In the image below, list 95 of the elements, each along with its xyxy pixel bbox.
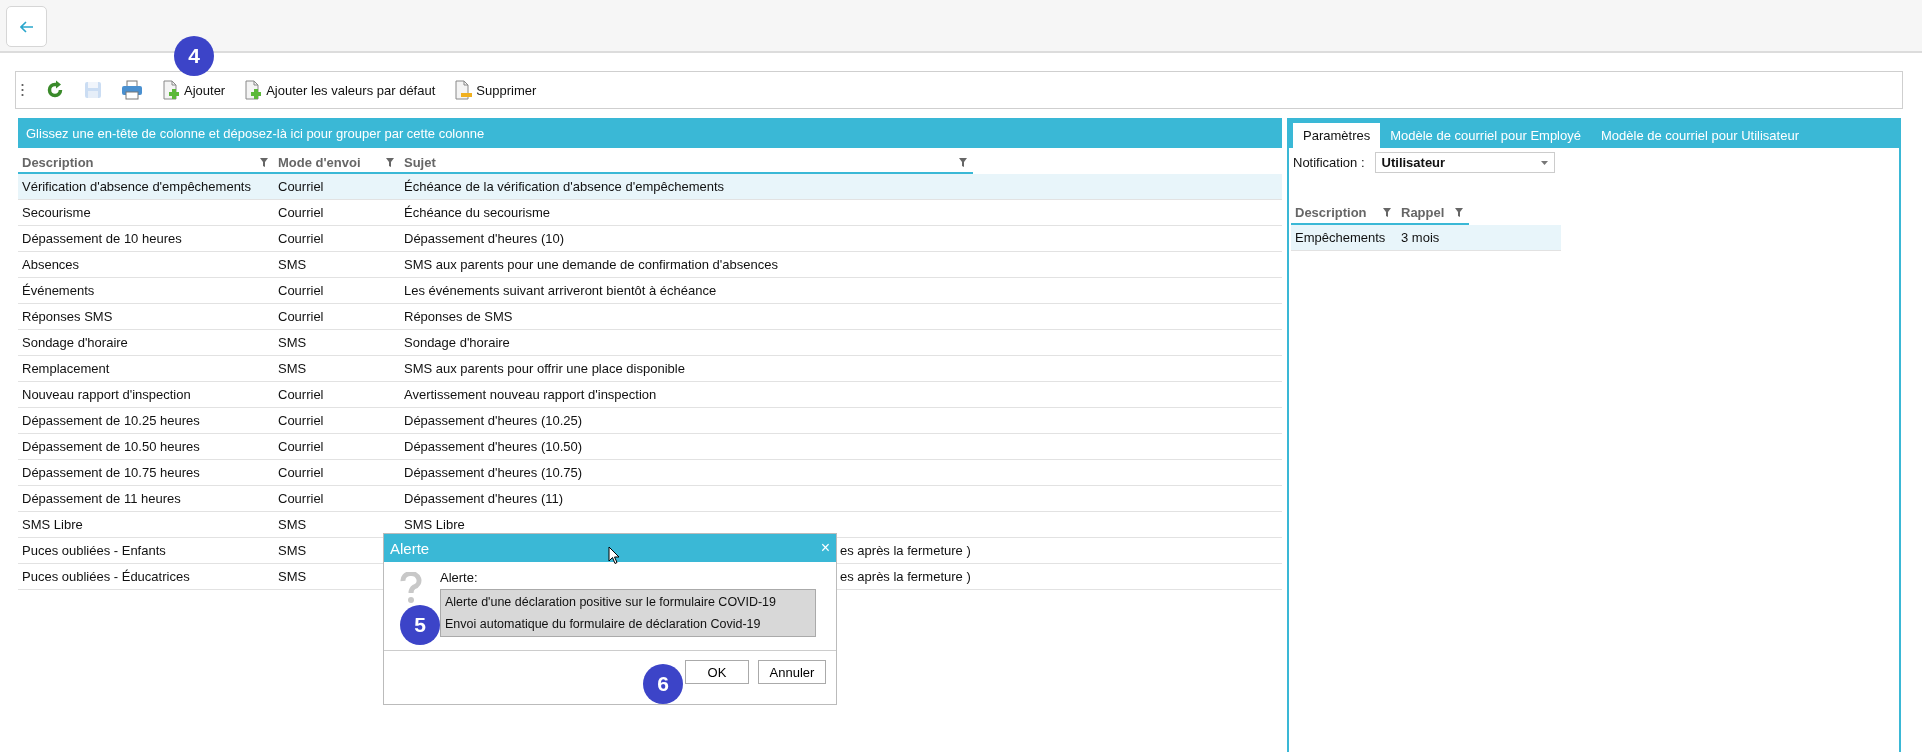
table-cell-text: Avertissement nouveau rapport d'inspection [403, 387, 658, 402]
cancel-button[interactable]: Annuler [758, 660, 826, 684]
table-cell-text: SMS [277, 361, 308, 376]
table-cell-text: Courriel [277, 309, 325, 324]
table-row[interactable]: Remplacement SMS SMS aux parents pour offrir une place disponible [18, 356, 1282, 382]
group-hint: Glissez une en-tête de colonne et déposez-là ici pour grouper par cette colonne [26, 125, 485, 141]
table-cell-text: SMS [277, 335, 308, 350]
dialog-title: Alerte [390, 539, 430, 557]
table-cell-text: 3 mois [1400, 230, 1441, 245]
table-cell-text: Courriel [277, 439, 325, 454]
table-cell-text: Dépassement d'heures (10.25) [403, 413, 584, 428]
table-cell-text: Courriel [277, 179, 325, 194]
table-cell-text: Événements [21, 283, 96, 298]
caret-icon [1540, 160, 1548, 165]
table-cell-text: SMS [277, 517, 308, 532]
table-row[interactable]: Dépassement de 10.75 heures Courriel Dépassement d'heures (10.75) [18, 460, 1282, 486]
tab[interactable]: Paramètres [1293, 123, 1381, 148]
filter-icon[interactable] [959, 158, 967, 167]
column-header[interactable]: Description [1291, 203, 1397, 223]
grip-icon [21, 83, 24, 97]
filter-icon[interactable] [1455, 208, 1463, 217]
table-row[interactable]: Nouveau rapport d'inspection Courriel Avertissement nouveau rapport d'inspection [18, 382, 1282, 408]
table-row[interactable]: Événements Courriel Les événements suivant arriveront bientôt à échéance [18, 278, 1282, 304]
column-header[interactable]: Rappel [1397, 203, 1469, 223]
alert-item[interactable]: Alerte d'une déclaration positive sur le formulaire COVID-19 [445, 595, 811, 609]
table-row[interactable]: Sondage d'horaire SMS Sondage d'horaire [18, 330, 1282, 356]
table-cell-text: Sondage d'horaire [21, 335, 129, 350]
table-cell-text: Courriel [277, 283, 325, 298]
save-icon [83, 80, 103, 100]
table-row[interactable]: Dépassement de 10 heures Courriel Dépassement d'heures (10) [18, 226, 1282, 252]
table-cell-text: Échéance du secourisme [403, 205, 551, 220]
table-cell-text: Courriel [277, 413, 325, 428]
table-row[interactable]: Dépassement de 10.25 heures Courriel Dépassement d'heures (10.25) [18, 408, 1282, 434]
filter-icon[interactable] [1383, 208, 1391, 217]
step-badge: 4 [174, 36, 214, 76]
cursor-icon [608, 546, 621, 565]
table-cell-text: SMS [277, 257, 308, 272]
table-cell-text: es après la fermeture ) [839, 543, 971, 558]
table-row[interactable]: Secourisme Courriel Échéance du secourisme [18, 200, 1282, 226]
table-cell-text: Absences [21, 257, 81, 272]
table-row[interactable]: Réponses SMS Courriel Réponses de SMS [18, 304, 1282, 330]
table-cell-text: Courriel [277, 465, 325, 480]
table-cell-text: Empêchements [1294, 230, 1387, 245]
table-cell-text: Secourisme [21, 205, 92, 220]
table-cell-text: Puces oubliées - Éducatrices [21, 569, 191, 584]
table-cell-text: Dépassement de 10.25 heures [21, 413, 201, 428]
table-cell-text: Échéance de la vérification d'absence d'empêchements [403, 179, 726, 194]
filter-icon[interactable] [260, 158, 268, 167]
alert-item[interactable]: Envoi automatique du formulaire de déclaration Covid-19 [445, 617, 811, 631]
notification-dropdown[interactable]: Utilisateur [1374, 152, 1555, 173]
table-cell-text: es après la fermeture ) [839, 569, 971, 584]
table-cell-text: Dépassement de 10 heures [21, 231, 183, 246]
filter-icon[interactable] [386, 158, 394, 167]
table-cell-text: Dépassement d'heures (11) [403, 491, 565, 506]
table-cell-text: Courriel [277, 205, 325, 220]
add-button[interactable]: Ajouter les valeurs par défaut [240, 78, 439, 102]
table-cell-text: SMS [277, 569, 308, 584]
table-cell-text: Réponses SMS [21, 309, 114, 324]
table-row[interactable]: Absences SMS SMS aux parents pour une demande de confirmation d'absences [18, 252, 1282, 278]
table-cell-text: Dépassement de 10.75 heures [21, 465, 201, 480]
table-cell-text: Puces oubliées - Enfants [21, 543, 167, 558]
question-icon [400, 572, 422, 604]
table-row[interactable]: Empêchements 3 mois [1291, 225, 1561, 251]
alert-label: Alerte: [440, 570, 479, 585]
table-cell-text: SMS aux parents pour offrir une place disponible [403, 361, 686, 376]
add-document-icon [161, 80, 181, 100]
table-row[interactable]: Dépassement de 11 heures Courriel Dépassement d'heures (11) [18, 486, 1282, 512]
table-cell-text: Dépassement d'heures (10) [403, 231, 565, 246]
table-cell-text: Dépassement d'heures (10.50) [403, 439, 584, 454]
add-document-icon [243, 80, 264, 100]
add-button[interactable]: Ajouter [158, 78, 229, 102]
notification-label: Notification : [1293, 155, 1365, 170]
delete-button[interactable]: Supprimer [450, 78, 540, 102]
remove-document-icon [453, 80, 474, 100]
table-cell-text: Sondage d'horaire [403, 335, 511, 350]
table-cell-text: Réponses de SMS [403, 309, 514, 324]
table-cell-text: Remplacement [21, 361, 111, 376]
back-arrow-icon [19, 20, 34, 33]
printer-icon [121, 80, 143, 100]
table-cell-text: Dépassement de 10.50 heures [21, 439, 201, 454]
table-cell-text: Dépassement de 11 heures [21, 491, 182, 506]
table-cell-text: Vérification d'absence d'empêchements [21, 179, 252, 194]
table-cell-text: Les événements suivant arriveront bientôt à échéance [403, 283, 718, 298]
ok-button[interactable]: OK [685, 660, 749, 684]
table-row[interactable]: Dépassement de 10.50 heures Courriel Dépassement d'heures (10.50) [18, 434, 1282, 460]
refresh-icon [45, 80, 65, 100]
table-cell-text: Courriel [277, 387, 325, 402]
table-cell-text: Courriel [277, 491, 325, 506]
table-cell-text: Dépassement d'heures (10.75) [403, 465, 584, 480]
table-cell-text: Nouveau rapport d'inspection [21, 387, 192, 402]
table-row[interactable]: Vérification d'absence d'empêchements Courriel Échéance de la vérification d'absence d'empêchements [18, 174, 1282, 200]
table-cell-text: SMS aux parents pour une demande de confirmation d'absences [403, 257, 779, 272]
table-cell-text: SMS Libre [403, 517, 466, 532]
table-cell-text: SMS Libre [21, 517, 84, 532]
table-cell-text: Courriel [277, 231, 325, 246]
